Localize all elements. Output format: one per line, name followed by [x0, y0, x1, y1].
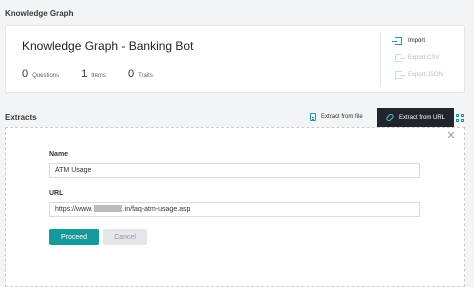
stat-questions: 0 Questions [22, 68, 59, 80]
file-icon [310, 113, 316, 121]
extract-from-url-button[interactable]: Extract from URL [377, 108, 454, 127]
extracts-title: Extracts [5, 113, 37, 122]
stat-questions-label: Questions [32, 73, 60, 79]
stat-items-value: 1 [81, 68, 88, 80]
import-button[interactable]: Import [392, 32, 443, 49]
export-json-button[interactable]: Export JSON [395, 66, 443, 83]
url-prefix: https://www. [55, 206, 93, 213]
kg-actions: Import Export CSV Export JSON [380, 32, 443, 86]
url-label: URL [49, 190, 64, 197]
stat-items-label: Items [91, 73, 106, 79]
extract-from-file-label: Extract from file [321, 114, 363, 120]
grid-view-icon[interactable] [456, 114, 464, 122]
url-suffix: .in/faq-atm-usage.asp [122, 206, 191, 213]
close-icon[interactable]: ✕ [446, 131, 456, 142]
export-json-label: Export JSON [408, 71, 444, 78]
export-icon [395, 53, 405, 62]
stat-questions-value: 0 [22, 68, 29, 80]
link-icon [385, 112, 395, 123]
url-field[interactable]: https://www. .in/faq-atm-usage.asp [49, 202, 420, 217]
stat-traits: 0 Traits [128, 68, 153, 80]
export-icon [395, 70, 405, 79]
name-label: Name [49, 151, 69, 158]
import-label: Import [408, 37, 426, 44]
export-csv-label: Export CSV [408, 54, 440, 61]
cancel-button[interactable]: Cancel [103, 229, 147, 245]
kg-name: Knowledge Graph - Banking Bot [22, 39, 194, 53]
proceed-button[interactable]: Proceed [49, 229, 99, 245]
kg-stats: 0 Questions 1 Items 0 Traits [22, 68, 175, 80]
extract-from-url-label: Extract from URL [398, 114, 445, 121]
page-title: Knowledge Graph [5, 9, 74, 18]
name-field[interactable]: ATM Usage [49, 163, 420, 178]
redacted-domain [93, 205, 122, 212]
export-csv-button[interactable]: Export CSV [395, 49, 443, 66]
stat-traits-label: Traits [138, 73, 153, 79]
import-icon [392, 36, 402, 45]
knowledge-graph-card: Knowledge Graph - Banking Bot 0 Question… [5, 25, 465, 93]
stat-items: 1 Items [81, 68, 106, 80]
extract-from-file-button[interactable]: Extract from file [310, 113, 363, 121]
name-field-value: ATM Usage [55, 167, 92, 174]
stat-traits-value: 0 [127, 68, 135, 80]
